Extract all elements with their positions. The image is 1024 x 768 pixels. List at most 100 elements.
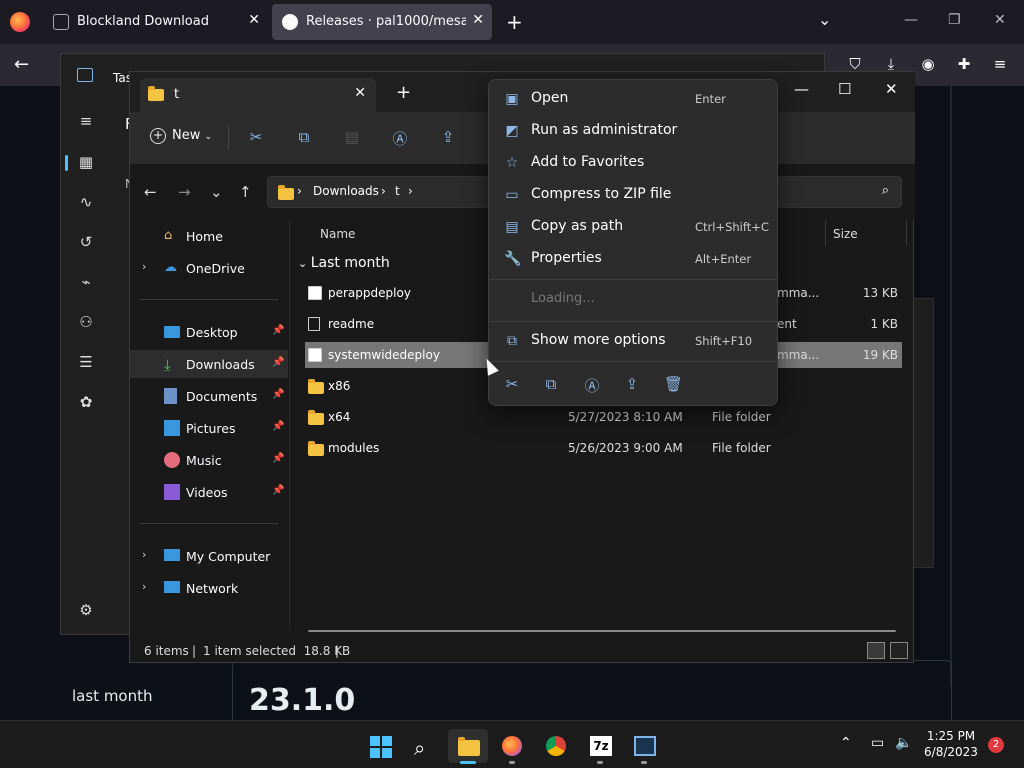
copy-icon[interactable]: ⧉ <box>295 128 313 146</box>
menu-item-add-favorites[interactable]: ☆ Add to Favorites <box>493 147 775 179</box>
folder-icon <box>148 86 164 101</box>
column-header-size[interactable]: Size <box>833 227 858 241</box>
close-window-button[interactable]: ✕ <box>885 80 898 98</box>
release-version[interactable]: 23.1.0 <box>249 683 355 718</box>
restore-button[interactable]: ❐ <box>948 12 961 28</box>
details-view-button[interactable] <box>867 642 885 659</box>
minimize-button[interactable]: — <box>904 12 918 28</box>
menu-item-show-more-options[interactable]: ⧉ Show more options Shift+F10 <box>493 325 775 357</box>
chevron-up-icon[interactable]: ⌃ <box>840 735 852 751</box>
nav-item-music[interactable]: Music 📌 <box>130 446 288 474</box>
start-button[interactable] <box>360 729 400 763</box>
new-tab-button[interactable]: + <box>396 82 411 103</box>
browser-tab-releases[interactable]: Releases · pal1000/mesa-dist-w ✕ <box>272 4 492 40</box>
startup-icon[interactable]: ⌁ <box>77 273 95 291</box>
cloud-icon: ☁ <box>164 260 177 275</box>
hamburger-icon[interactable]: ≡ <box>77 112 95 130</box>
nav-item-network[interactable]: › Network <box>130 574 288 602</box>
display-icon[interactable]: ▭ <box>871 735 884 751</box>
column-separator[interactable] <box>825 220 826 246</box>
breadcrumb-t[interactable]: t <box>395 184 400 198</box>
taskbar-file-explorer[interactable] <box>448 729 488 764</box>
pin-icon[interactable]: 📌 <box>272 421 284 432</box>
close-window-button[interactable]: ✕ <box>994 12 1006 28</box>
nav-item-videos[interactable]: Videos 📌 <box>130 478 288 506</box>
extensions-icon[interactable]: ✚ <box>955 55 973 73</box>
copy-icon[interactable]: ⧉ <box>542 375 560 393</box>
group-header[interactable]: ⌄ Last month <box>298 255 390 271</box>
new-tab-button[interactable]: + <box>506 10 523 34</box>
pin-icon[interactable]: 📌 <box>272 325 284 336</box>
table-row[interactable]: modules 5/26/2023 9:00 AM File folder <box>305 435 902 461</box>
volume-icon[interactable]: 🔈 <box>895 735 912 751</box>
taskbar-firefox[interactable] <box>492 729 532 764</box>
chevron-right-icon[interactable]: › <box>142 260 146 273</box>
nav-item-desktop[interactable]: Desktop 📌 <box>130 318 288 346</box>
taskbar-task-manager[interactable] <box>624 729 664 764</box>
clock[interactable]: 1:25 PM 6/8/2023 <box>920 728 982 760</box>
menu-item-run-as-admin[interactable]: ◩ Run as administrator <box>493 115 775 147</box>
breadcrumb-downloads[interactable]: Downloads <box>313 184 379 198</box>
nav-item-downloads[interactable]: ⤓ Downloads 📌 <box>130 350 288 378</box>
share-icon[interactable]: ⇪ <box>623 375 641 393</box>
tiles-view-button[interactable] <box>890 642 908 659</box>
column-header-name[interactable]: Name <box>320 227 355 241</box>
back-arrow-icon[interactable]: ← <box>144 183 157 201</box>
users-icon[interactable]: ⚇ <box>77 313 95 331</box>
pin-icon[interactable]: 📌 <box>272 389 284 400</box>
rename-icon[interactable]: Ⓐ <box>583 375 601 395</box>
taskbar-7zip[interactable]: 7z <box>580 729 620 764</box>
up-arrow-icon[interactable]: ↑ <box>239 183 252 201</box>
back-arrow-icon[interactable]: ← <box>14 54 29 75</box>
search-button[interactable]: ⌕ <box>404 729 444 763</box>
pin-icon[interactable]: 📌 <box>272 357 284 368</box>
chevron-right-icon[interactable]: › <box>142 580 146 593</box>
menu-item-properties[interactable]: 🔧 Properties Alt+Enter <box>493 243 775 275</box>
nav-item-home[interactable]: ⌂ Home <box>130 222 288 250</box>
menu-item-open[interactable]: ▣ Open Enter <box>493 83 775 115</box>
cut-icon[interactable]: ✂ <box>503 375 521 393</box>
delete-icon[interactable]: 🗑 <box>664 375 683 393</box>
pin-icon[interactable]: 📌 <box>272 453 284 464</box>
close-icon[interactable]: ✕ <box>472 12 484 28</box>
close-icon[interactable]: ✕ <box>354 85 366 101</box>
chevron-down-icon[interactable]: ⌄ <box>818 10 831 29</box>
processes-icon[interactable]: ▦ <box>77 153 95 171</box>
maximize-button[interactable]: ☐ <box>838 80 851 98</box>
search-input[interactable]: ⌕ <box>760 176 902 208</box>
page-icon <box>53 14 69 30</box>
new-button[interactable]: + New ⌄ <box>150 128 212 144</box>
nav-item-onedrive[interactable]: › ☁ OneDrive <box>130 254 288 282</box>
address-bar[interactable]: › Downloads › t › <box>267 176 492 208</box>
explorer-tab[interactable]: t ✕ <box>140 78 376 112</box>
firefox-icon[interactable] <box>10 12 30 32</box>
rename-icon[interactable]: Ⓐ <box>391 128 409 148</box>
column-separator[interactable] <box>906 220 907 246</box>
paste-icon[interactable]: ▤ <box>343 128 361 146</box>
forward-arrow-icon[interactable]: → <box>178 183 191 201</box>
browser-tab-blockland[interactable]: Blockland Download ✕ <box>43 4 268 40</box>
menu-icon[interactable]: ≡ <box>991 55 1009 73</box>
nav-item-my-computer[interactable]: › My Computer <box>130 542 288 570</box>
menu-item-copy-as-path[interactable]: ▤ Copy as path Ctrl+Shift+C <box>493 211 775 243</box>
minimize-button[interactable]: — <box>794 80 809 98</box>
horizontal-scrollbar[interactable] <box>308 630 896 632</box>
cut-icon[interactable]: ✂ <box>247 128 265 146</box>
chevron-right-icon[interactable]: › <box>142 548 146 561</box>
share-icon[interactable]: ⇪ <box>439 128 457 146</box>
details-icon[interactable]: ☰ <box>77 353 95 371</box>
pin-icon[interactable]: 📌 <box>272 485 284 496</box>
settings-gear-icon[interactable]: ⚙ <box>77 601 95 619</box>
nav-item-pictures[interactable]: Pictures 📌 <box>130 414 288 442</box>
table-row[interactable]: x64 5/27/2023 8:10 AM File folder <box>305 404 902 430</box>
nav-item-documents[interactable]: Documents 📌 <box>130 382 288 410</box>
app-history-icon[interactable]: ↺ <box>77 233 95 251</box>
notification-badge[interactable]: 2 <box>988 737 1004 753</box>
menu-item-compress-zip[interactable]: ▭ Compress to ZIP file <box>493 179 775 211</box>
services-icon[interactable]: ✿ <box>77 393 95 411</box>
taskbar-chrome[interactable] <box>536 729 576 763</box>
account-icon[interactable]: ◉ <box>919 55 937 73</box>
chevron-down-icon[interactable]: ⌄ <box>210 183 223 201</box>
performance-icon[interactable]: ∿ <box>77 193 95 211</box>
close-icon[interactable]: ✕ <box>248 12 260 28</box>
